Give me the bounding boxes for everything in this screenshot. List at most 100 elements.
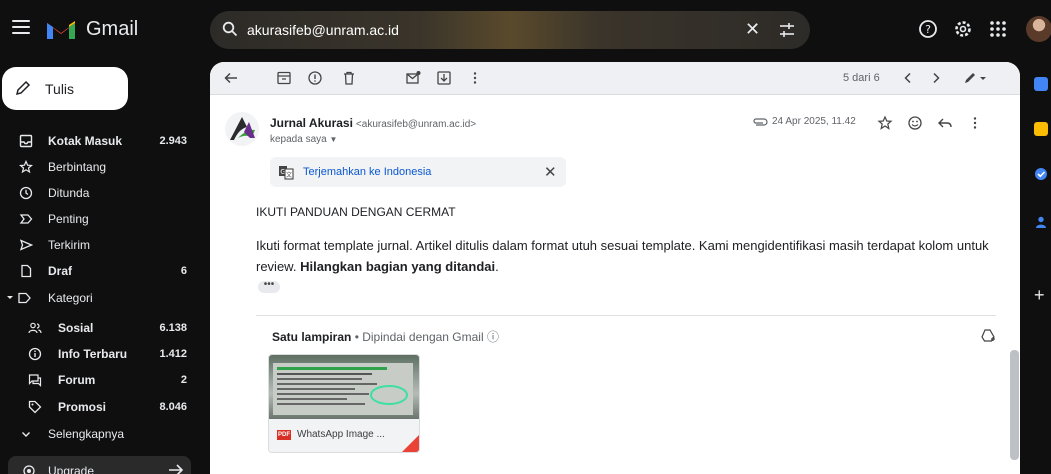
draft-icon [21,264,32,278]
recipient-dropdown-icon[interactable]: ▼ [330,135,338,144]
tasks-icon[interactable] [1034,167,1048,181]
unread-count: 1.412 [159,348,187,360]
divider [256,315,996,316]
clear-search-icon[interactable]: ✕ [745,19,760,40]
search-icon[interactable] [222,21,238,37]
sidebar-item-drafts[interactable]: Draf 6 [0,258,195,284]
reply-icon[interactable] [937,115,953,131]
back-arrow-icon[interactable] [223,70,239,86]
search-options-icon[interactable] [778,21,796,39]
sidebar-item-updates[interactable]: Info Terbaru 1.412 [0,341,195,367]
sidebar-item-label: Draf [48,264,73,278]
pdf-icon: PDF [277,430,291,440]
calendar-icon[interactable] [1034,77,1048,91]
unread-count: 8.046 [159,401,187,413]
translate-link[interactable]: Terjemahkan ke Indonesia [303,166,431,178]
attachment-icon [753,118,768,126]
emoji-reaction-icon[interactable] [907,115,923,131]
svg-text:?: ? [925,23,931,36]
sender-email: <akurasifeb@unram.ac.id> [355,119,477,130]
body-bold-text: Hilangkan bagian yang ditandai [300,259,496,274]
attachment-preview [269,355,419,419]
sidebar-item-label: Kategori [48,291,93,305]
mark-unread-icon[interactable] [405,70,421,86]
compose-button[interactable]: Tulis [2,67,128,110]
clock-icon [19,186,33,200]
chevron-left-icon[interactable] [900,70,916,86]
more-vert-icon[interactable] [967,115,983,131]
upgrade-button[interactable]: Upgrade [8,456,191,474]
sender-name[interactable]: Jurnal Akurasi <akurasifeb@unram.ac.id> [270,116,476,130]
more-vert-icon[interactable] [467,70,483,86]
sidebar-item-social[interactable]: Sosial 6.138 [0,315,195,341]
document-preview-image [273,363,413,415]
sidebar-item-categories[interactable]: Kategori [0,285,195,311]
upgrade-label: Upgrade [48,464,95,474]
add-to-drive-icon[interactable] [980,328,996,344]
recipient-text: kepada saya [270,134,327,145]
settings-icon[interactable] [952,18,974,40]
label-icon [7,292,31,304]
attachment-corner-fold [401,435,419,452]
sidebar-item-snoozed[interactable]: Ditunda [0,180,195,206]
account-avatar[interactable] [1026,16,1051,42]
sidebar-item-inbox[interactable]: Kotak Masuk 2.943 [0,128,195,154]
move-to-icon[interactable] [436,70,452,86]
attachment-filename: WhatsApp Image ... [297,429,385,440]
sidebar-item-label: Terkirim [48,238,90,252]
archive-icon[interactable] [276,70,292,86]
keep-icon[interactable] [1034,122,1048,136]
sidebar-item-label: Sosial [58,321,94,335]
sender-avatar[interactable] [225,112,259,146]
report-spam-icon[interactable] [307,70,323,86]
scrollbar[interactable] [1010,350,1019,460]
translate-banner: G文 Terjemahkan ke Indonesia ✕ [270,157,566,187]
sidebar-item-label: Selengkapnya [48,427,125,441]
recipient-details[interactable]: kepada saya ▼ [270,134,337,145]
arrow-right-icon [169,464,184,474]
close-icon[interactable]: ✕ [544,163,557,181]
sidebar-item-forums[interactable]: Forum 2 [0,367,195,393]
chevron-right-icon[interactable] [928,70,944,86]
important-icon [19,214,33,224]
email-panel: 5 dari 6 Jurnal Akurasi <akurasifeb@unram… [210,62,1020,474]
email-body: Ikuti format template jurnal. Artikel di… [256,235,996,277]
send-icon [19,239,33,251]
sidebar-item-promotions[interactable]: Promosi 8.046 [0,394,195,420]
unread-count: 2 [180,374,187,386]
draft-count: 6 [180,265,187,277]
compose-label: Tulis [45,81,75,97]
sidebar-item-more[interactable]: Selengkapnya [0,421,195,447]
scanned-note[interactable]: • Dipindai dengan Gmail ⓘ [351,330,499,344]
attachments-title: Satu lampiran [272,330,352,344]
unread-count: 6.138 [159,322,187,334]
sidebar-item-label: Berbintang [48,160,107,174]
contacts-icon[interactable] [1034,215,1048,229]
forum-icon [28,374,42,387]
inbox-icon [19,134,33,148]
help-icon[interactable]: ? [917,18,939,40]
show-trimmed-content-button[interactable]: ••• [258,280,280,293]
sidebar-item-label: Penting [48,212,89,226]
sidebar-item-important[interactable]: Penting [0,206,195,232]
sender-name-text: Jurnal Akurasi [270,116,353,130]
add-addon-icon[interactable]: + [1034,285,1045,306]
main-menu-icon[interactable] [12,20,30,36]
input-tools-icon[interactable] [962,70,988,86]
apps-grid-icon[interactable] [987,18,1009,40]
attachment-card[interactable]: PDF WhatsApp Image ... [268,354,420,453]
sidebar-item-sent[interactable]: Terkirim [0,232,195,258]
search-bar[interactable]: akurasifeb@unram.ac.id ✕ [210,11,810,49]
sidebar-item-label: Ditunda [48,186,90,200]
sidebar-item-label: Forum [58,373,96,387]
delete-icon[interactable] [341,70,357,86]
sidebar-item-starred[interactable]: Berbintang [0,154,195,180]
star-icon[interactable] [877,115,893,131]
star-icon [19,160,33,174]
unread-count: 2.943 [159,135,187,147]
body-end: . [495,259,499,274]
people-icon [28,322,42,334]
gmail-logo[interactable] [45,17,77,41]
search-input[interactable]: akurasifeb@unram.ac.id [247,22,399,38]
upgrade-icon [23,465,35,474]
